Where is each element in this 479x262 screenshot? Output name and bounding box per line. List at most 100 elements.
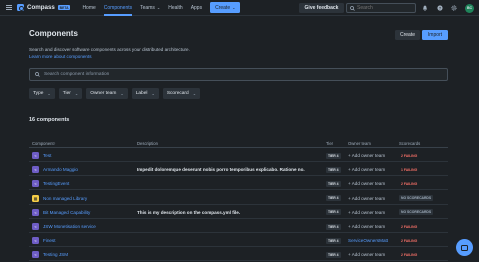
learn-more-link[interactable]: Learn more about components: [29, 54, 92, 59]
component-cell: < JSW Monetisation service: [32, 220, 96, 233]
tier-badge: TIER 4: [326, 209, 341, 216]
component-link[interactable]: Finest: [43, 238, 56, 243]
col-owner-team: Owner team: [348, 141, 371, 146]
table-row[interactable]: ▦ Non managed Library TIER 4 + Add owner te…: [29, 192, 448, 205]
nav-search[interactable]: [346, 3, 416, 13]
tier-cell: TIER 4: [326, 206, 341, 219]
filter-type[interactable]: Type ⌄: [29, 88, 55, 99]
scorecard-status-badge[interactable]: 2 FAILING: [399, 153, 419, 159]
table-row[interactable]: < Test TIER 4 + Add owner team 2 FAILING: [29, 149, 448, 162]
scorecard-status-badge[interactable]: 2 FAILING: [399, 238, 419, 244]
nav-apps[interactable]: Apps: [191, 0, 202, 16]
component-count: 16 components: [29, 117, 70, 123]
brand-name[interactable]: Compass: [27, 4, 55, 11]
nav-teams[interactable]: Teams ⌄: [140, 0, 160, 16]
tier-badge: TIER 4: [326, 195, 341, 202]
search-icon: [350, 5, 355, 11]
tier-badge: TIER 4: [326, 251, 341, 258]
row-description: Impedit doloremque deserunt nobis porro …: [137, 167, 305, 173]
compass-logo-icon[interactable]: [17, 4, 24, 11]
add-owner-team-button[interactable]: + Add owner team: [348, 181, 385, 186]
scorecard-cell: 2 FAILING: [399, 248, 419, 261]
component-cell: < Armando Maggio: [32, 163, 78, 176]
filter-scorecard[interactable]: Scorecard ⌄: [162, 88, 201, 99]
tier-badge: TIER 4: [326, 237, 341, 244]
capability-icon: <: [32, 208, 39, 216]
create-button[interactable]: Create: [395, 30, 420, 40]
scorecard-status-badge[interactable]: 2 FAILING: [399, 181, 419, 187]
help-icon[interactable]: ?: [436, 4, 444, 12]
owner-cell: + Add owner team: [348, 149, 385, 162]
add-owner-team-button[interactable]: + Add owner team: [348, 196, 385, 201]
chevron-down-icon: ⌄: [192, 91, 197, 96]
component-link[interactable]: Armando Maggio: [43, 167, 78, 172]
component-link[interactable]: JSW Monetisation service: [43, 224, 96, 229]
beta-badge: BETA: [57, 4, 71, 11]
tier-cell: TIER 4: [326, 234, 341, 247]
add-owner-team-button[interactable]: + Add owner team: [348, 167, 385, 172]
chevron-down-icon: ⌄: [232, 5, 236, 10]
component-search[interactable]: Search component information: [29, 68, 448, 81]
description-cell: This is my description on the compass.ym…: [137, 206, 305, 219]
settings-gear-icon[interactable]: [450, 4, 458, 12]
component-link[interactable]: TestingEvent: [43, 181, 69, 186]
scorecard-status-badge[interactable]: 1 FAILING: [399, 167, 419, 173]
filter-tier[interactable]: Tier ⌄: [58, 88, 83, 99]
table-row[interactable]: < Testing JSM TIER 4 + Add owner team 2 FAIL…: [29, 248, 448, 262]
component-cell: < Finest: [32, 234, 56, 247]
scorecard-status-badge[interactable]: 2 FAILING: [399, 252, 419, 258]
filter-type-label: Type: [33, 91, 44, 96]
col-scorecards: Scorecards: [399, 141, 421, 146]
filter-owner-team[interactable]: Owner team ⌄: [86, 88, 128, 99]
scorecard-status-badge[interactable]: 2 FAILING: [399, 224, 419, 230]
add-owner-team-button[interactable]: + Add owner team: [348, 224, 385, 229]
import-button[interactable]: Import: [422, 30, 448, 40]
description-cell: [137, 234, 305, 247]
filter-tier-label: Tier: [62, 91, 71, 96]
owner-cell: ServiceOwnersMatt: [348, 234, 388, 247]
tier-cell: TIER 4: [326, 248, 341, 261]
add-owner-team-button[interactable]: + Add owner team: [348, 210, 385, 215]
user-avatar[interactable]: BC: [465, 3, 474, 13]
add-owner-team-button[interactable]: + Add owner team: [348, 153, 385, 158]
chat-help-button[interactable]: [456, 239, 473, 256]
app-switcher-icon[interactable]: [6, 4, 12, 11]
component-link[interactable]: Testing JSM: [43, 252, 68, 257]
tier-badge: TIER 4: [326, 152, 341, 159]
table-row[interactable]: < TestingEvent TIER 4 + Add owner team 2 FAI…: [29, 177, 448, 191]
table-row[interactable]: < Finest TIER 4 ServiceOwnersMatt 2 FAILING: [29, 234, 448, 248]
filter-scorecard-label: Scorecard: [166, 91, 189, 96]
tier-cell: TIER 4: [326, 149, 341, 162]
table-row[interactable]: < Armando Maggio Impedit doloremque deseru…: [29, 163, 448, 177]
add-owner-team-button[interactable]: ServiceOwnersMatt: [348, 238, 388, 243]
chat-icon: [461, 244, 468, 251]
component-link[interactable]: Bit Managed Capability: [43, 210, 90, 215]
scorecard-cell: 2 FAILING: [399, 234, 419, 247]
component-link[interactable]: Non managed Library: [43, 196, 87, 201]
table-row[interactable]: < Bit Managed Capability This is my descri…: [29, 206, 448, 219]
nav-components[interactable]: Components: [103, 0, 133, 16]
nav-health[interactable]: Health: [168, 0, 182, 16]
nav-create-button[interactable]: Create ⌄: [210, 2, 241, 13]
filter-label[interactable]: Label ⌄: [131, 88, 159, 99]
scorecard-status-badge[interactable]: NO SCORECARDS: [399, 209, 434, 216]
give-feedback-button[interactable]: Give feedback: [299, 3, 344, 13]
filter-owner-team-label: Owner team: [90, 91, 117, 96]
table-row[interactable]: < JSW Monetisation service TIER 4 + Add own…: [29, 220, 448, 233]
owner-cell: + Add owner team: [348, 177, 385, 190]
add-owner-team-button[interactable]: + Add owner team: [348, 252, 385, 257]
chevron-down-icon: ⌄: [156, 5, 161, 10]
col-component[interactable]: Component↑: [32, 141, 56, 146]
col-tier: Tier: [326, 141, 334, 146]
component-link[interactable]: Test: [43, 153, 51, 158]
owner-cell: + Add owner team: [348, 220, 385, 233]
library-icon: ▦: [32, 194, 39, 202]
description-cell: [137, 248, 305, 261]
nav-teams-label: Teams: [140, 4, 155, 11]
nav-search-input[interactable]: [357, 5, 412, 11]
nav-home[interactable]: Home: [82, 0, 95, 16]
nav-create-label: Create: [215, 4, 231, 11]
notifications-icon[interactable]: [421, 4, 429, 12]
tier-badge: TIER 4: [326, 180, 341, 187]
scorecard-status-badge[interactable]: NO SCORECARDS: [399, 195, 434, 202]
